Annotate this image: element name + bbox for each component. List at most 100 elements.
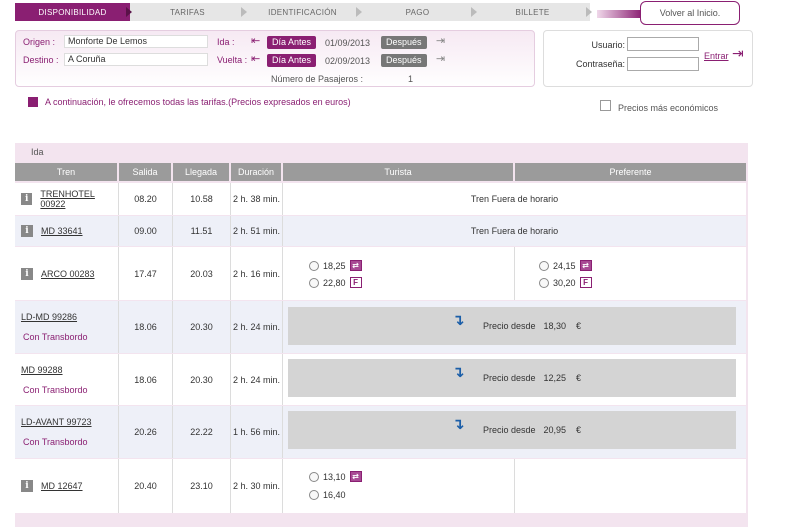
fare-radio[interactable] [309, 260, 319, 271]
fare-price: 16,40 [323, 490, 346, 500]
departure-time: 17.47 [119, 247, 173, 300]
out-of-hours-text: Tren Fuera de horario [470, 194, 559, 204]
transfer-label: Con Transbordo [23, 332, 88, 342]
fare-radio[interactable] [309, 471, 319, 482]
fare-option: 13,10 ⇄ [309, 471, 362, 482]
header-turista: Turista [283, 163, 515, 181]
back-to-home-button[interactable]: Volver al Inicio. [640, 1, 740, 25]
duration: 2 h. 16 min. [231, 247, 283, 300]
arrow-right-icon[interactable]: ⇥ [436, 54, 445, 65]
expand-arrow-icon[interactable]: ↴ [452, 417, 465, 432]
arrival-time: 22.22 [173, 406, 231, 458]
chevron-right-icon [356, 7, 362, 17]
step-pago: PAGO [360, 3, 477, 21]
section-label: Ida [31, 147, 44, 157]
chevron-right-icon [586, 7, 592, 17]
step-label: DISPONIBILIDAD [38, 7, 107, 17]
price-from-value: 20,95 [543, 425, 567, 435]
fare-option: 22,80 F [309, 277, 362, 288]
passengers-label: Número de Pasajeros : [271, 74, 364, 84]
expand-arrow-icon[interactable]: ↴ [452, 365, 465, 380]
exchange-icon: ⇄ [349, 471, 362, 482]
fare-radio[interactable] [539, 277, 549, 288]
step-tarifas: TARIFAS [130, 3, 247, 21]
table-row: i MD 12647 20.40 23.10 2 h. 30 min. 13,10… [15, 459, 746, 513]
origin-field[interactable]: Monforte De Lemos [64, 35, 208, 48]
train-link[interactable]: LD-MD 99286 [21, 312, 77, 322]
train-link[interactable]: MD 33641 [41, 226, 83, 236]
chevron-right-icon [471, 7, 477, 17]
info-icon[interactable]: i [21, 480, 33, 492]
out-of-hours-text: Tren Fuera de horario [470, 226, 559, 236]
arrival-time: 20.03 [173, 247, 231, 300]
duration: 2 h. 24 min. [231, 301, 283, 353]
header-tren: Tren [15, 163, 119, 181]
duration: 2 h. 38 min. [231, 183, 283, 215]
info-icon[interactable]: i [21, 267, 33, 280]
password-input[interactable] [627, 57, 699, 71]
duration: 2 h. 24 min. [231, 354, 283, 405]
step-label: TARIFAS [170, 7, 205, 17]
flexible-fare-icon: F [579, 277, 592, 288]
arrow-left-icon[interactable]: ⇤ [251, 54, 260, 65]
departure-time: 08.20 [119, 183, 173, 215]
cheapest-prices-checkbox[interactable] [600, 100, 611, 111]
info-icon[interactable]: i [21, 193, 33, 205]
step-label: IDENTIFICACIÓN [268, 7, 337, 17]
ida-date: 01/09/2013 [325, 38, 371, 48]
chevron-right-icon [241, 7, 247, 17]
cheapest-prices-label: Precios más económicos [618, 103, 719, 113]
price-from-box[interactable]: ↴ Precio desde 20,95 € [288, 411, 736, 449]
turista-cell: 18,25 ⇄ 22,80 F [283, 247, 515, 300]
login-enter-icon[interactable]: ⇥ [732, 46, 744, 60]
fare-option: 24,15 ⇄ [539, 260, 592, 271]
train-link[interactable]: LD-AVANT 99723 [21, 417, 92, 427]
destination-field[interactable]: A Coruña [64, 53, 208, 66]
train-link[interactable]: MD 12647 [41, 481, 83, 491]
fare-option: 18,25 ⇄ [309, 260, 362, 271]
price-from-box[interactable]: ↴ Precio desde 18,30 € [288, 307, 736, 345]
train-link[interactable]: ARCO 00283 [41, 269, 95, 279]
fare-price: 24,15 [553, 260, 576, 271]
user-input[interactable] [627, 37, 699, 51]
price-from-value: 12,25 [543, 373, 567, 383]
booking-steps: DISPONIBILIDAD TARIFAS IDENTIFICACIÓN PA… [15, 3, 592, 21]
arrow-left-icon[interactable]: ⇤ [251, 36, 260, 47]
info-icon[interactable]: i [21, 225, 33, 237]
fare-radio[interactable] [309, 277, 319, 288]
vuelta-prev-day-button[interactable]: Día Antes [267, 54, 317, 67]
login-panel: Usuario: Contraseña: Entrar ⇥ [543, 30, 753, 87]
step-identificacion: IDENTIFICACIÓN [245, 3, 362, 21]
transfer-label: Con Transbordo [23, 437, 88, 447]
fare-radio[interactable] [309, 490, 319, 500]
departure-time: 18.06 [119, 301, 173, 353]
expand-arrow-icon[interactable]: ↴ [452, 313, 465, 328]
vuelta-label: Vuelta : [217, 55, 248, 65]
duration: 1 h. 56 min. [231, 406, 283, 458]
password-label: Contraseña: [575, 59, 625, 69]
preferente-cell: 24,15 ⇄ 30,20 F [515, 247, 746, 300]
passengers-value: 1 [408, 74, 414, 84]
ida-next-day-button[interactable]: Después [381, 36, 427, 49]
fare-radio[interactable] [539, 260, 549, 271]
enter-link[interactable]: Entrar [704, 51, 729, 61]
price-from-value: 18,30 [543, 321, 567, 331]
arrow-right-icon[interactable]: ⇥ [436, 36, 445, 47]
results-table: Ida Tren Salida Llegada Duración Turista… [15, 143, 748, 527]
header-preferente: Preferente [515, 163, 746, 181]
exchange-icon: ⇄ [579, 260, 592, 271]
vuelta-next-day-button[interactable]: Después [381, 54, 427, 67]
ida-prev-day-button[interactable]: Día Antes [267, 36, 317, 49]
currency-symbol: € [576, 425, 582, 435]
table-row: MD 99288 Con Transbordo 18.06 20.30 2 h. … [15, 354, 746, 405]
step-disponibilidad: DISPONIBILIDAD [15, 3, 132, 21]
step-label: BILLETE [515, 7, 550, 17]
train-link[interactable]: MD 99288 [21, 365, 63, 375]
info-text: A continuación, le ofrecemos todas las t… [45, 97, 351, 107]
price-from-box[interactable]: ↴ Precio desde 12,25 € [288, 359, 736, 397]
step-label: PAGO [405, 7, 430, 17]
train-link[interactable]: TRENHOTEL 00922 [40, 189, 118, 209]
departure-time: 09.00 [119, 216, 173, 246]
duration: 2 h. 51 min. [231, 216, 283, 246]
currency-symbol: € [576, 321, 582, 331]
